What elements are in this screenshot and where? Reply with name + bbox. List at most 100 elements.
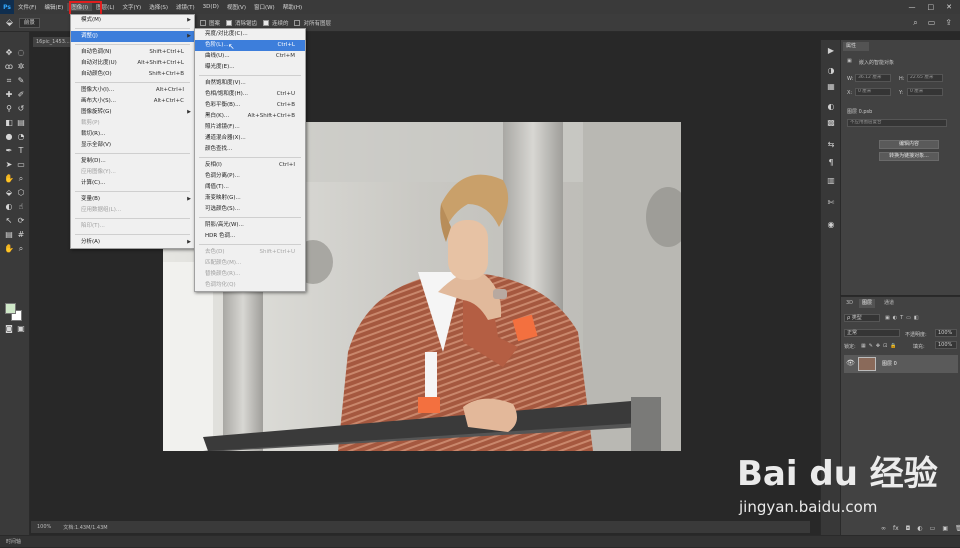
y-field[interactable]: 0 厘米 [907, 88, 943, 96]
paragraph-icon[interactable]: ¶ [825, 158, 837, 168]
image-menu-item-15[interactable]: 复制(D)... [71, 156, 194, 167]
crop-tool-icon[interactable]: ⌗ [3, 76, 15, 86]
color-icon[interactable]: ◑ [825, 66, 837, 76]
quick-mask-icon[interactable]: ◙ [3, 324, 15, 334]
foreground-color-swatch[interactable] [5, 303, 16, 314]
image-menu-item-12[interactable]: 裁切(R)... [71, 129, 194, 140]
all-layers-checkbox[interactable] [294, 20, 300, 26]
adjust-menu-item-1[interactable]: 色阶(L)...Ctrl+L↖ [195, 40, 305, 51]
path-select-tool-icon[interactable]: ➤ [3, 160, 15, 170]
menu-1[interactable]: 编辑(E) [40, 3, 67, 11]
image-menu-item-6[interactable]: 自动颜色(O)Shift+Ctrl+B [71, 69, 194, 80]
adjust-menu-item-19[interactable]: 阴影/高光(W)... [195, 220, 305, 231]
new-layer-icon[interactable]: ▣ [942, 525, 948, 532]
magnify-icon[interactable]: ⌕ [15, 244, 27, 254]
add-mask-icon[interactable]: ◘ [906, 525, 911, 532]
menu-4[interactable]: 文字(Y) [119, 3, 146, 11]
hand-view-icon[interactable]: ✋ [3, 244, 15, 254]
blend-mode-dropdown[interactable]: 正常 [844, 329, 900, 337]
image-menu-item-10[interactable]: 图像旋转(G)▶ [71, 107, 194, 118]
adjustments-icon[interactable]: ◐ [825, 102, 837, 112]
direct-select-tool-icon[interactable]: ↖ [3, 216, 15, 226]
zoom-level[interactable]: 100% [37, 524, 51, 530]
adjust-menu-item-2[interactable]: 曲线(U)...Ctrl+M [195, 51, 305, 62]
lock-icons[interactable]: ▦✎✥⊡🔒 [861, 343, 900, 349]
sponge-tool-icon[interactable]: ◐ [3, 202, 15, 212]
image-menu-item-24[interactable]: 分析(A)▶ [71, 237, 194, 248]
image-menu-item-13[interactable]: 显示全部(V) [71, 140, 194, 151]
adjust-menu-item-16[interactable]: 渐变映射(G)... [195, 193, 305, 204]
count-tool-icon[interactable]: # [15, 230, 27, 240]
history-icon[interactable]: ▶ [825, 46, 837, 56]
adjust-menu-item-14[interactable]: 色调分离(P)... [195, 171, 305, 182]
image-menu-item-17[interactable]: 计算(C)... [71, 178, 194, 189]
eyedropper-tool-icon[interactable]: ✎ [15, 76, 27, 86]
document-tab[interactable]: 16pic_1453... [33, 37, 73, 47]
share-icon[interactable]: ⇪ [945, 18, 952, 28]
marquee-tool-icon[interactable]: ◌ [15, 48, 27, 58]
antialias-checkbox[interactable] [226, 20, 232, 26]
width-field[interactable]: 36.12 厘米 [855, 74, 891, 82]
convert-to-linked-button[interactable]: 转换为链接对象... [879, 152, 939, 161]
image-menu-item-8[interactable]: 图像大小(I)...Alt+Ctrl+I [71, 85, 194, 96]
note-tool-icon[interactable]: ▤ [3, 230, 15, 240]
stamp-tool-icon[interactable]: ⚲ [3, 104, 15, 114]
menu-8[interactable]: 视图(V) [223, 3, 250, 11]
eraser-tool-icon[interactable]: ◧ [3, 118, 15, 128]
search-icon[interactable]: ⌕ [913, 18, 917, 28]
screen-mode-icon[interactable]: ▣ [15, 324, 27, 334]
shape-tool-icon[interactable]: ▭ [15, 160, 27, 170]
tool-presets-icon[interactable]: ✄ [825, 198, 837, 208]
document-info[interactable]: 文档:1.43M/1.43M [63, 524, 107, 531]
contiguous-checkbox[interactable] [263, 20, 269, 26]
group-icon[interactable]: ▭ [930, 525, 936, 532]
close-icon[interactable]: ✕ [946, 3, 952, 11]
adjust-menu-item-9[interactable]: 照片滤镜(F)... [195, 122, 305, 133]
bucket-tool-icon[interactable]: ⬙ [6, 18, 13, 28]
timeline-tab[interactable]: 时间轴 [0, 535, 960, 547]
adjust-menu-item-13[interactable]: 反相(I)Ctrl+I [195, 160, 305, 171]
tab-layers[interactable]: 图层 [859, 299, 875, 308]
height-field[interactable]: 22.65 厘米 [907, 74, 943, 82]
tab-3d[interactable]: 3D [843, 299, 856, 308]
swatches-icon[interactable]: ▦ [825, 82, 837, 92]
move-tool-icon[interactable]: ✥ [3, 48, 15, 58]
maximize-icon[interactable]: □ [928, 3, 935, 11]
magic-wand-tool-icon[interactable]: ✲ [15, 62, 27, 72]
workspace-icon[interactable]: ▭ [928, 18, 936, 28]
layer-filter-icons[interactable]: ▣◐T▭◧ [885, 315, 922, 321]
character-icon[interactable]: ▥ [825, 176, 837, 186]
layer-style-icon[interactable]: fx [893, 525, 899, 532]
link-layers-icon[interactable]: ∞ [881, 525, 886, 532]
image-menu-item-2[interactable]: 调整(J)▶ [71, 31, 194, 42]
adjust-menu-item-5[interactable]: 自然饱和度(V)... [195, 78, 305, 89]
fill-source-dropdown[interactable]: 前景 [19, 18, 40, 28]
pen-tool-icon[interactable]: ✒ [3, 146, 15, 156]
healing-tool-icon[interactable]: ✚ [3, 90, 15, 100]
edit-contents-button[interactable]: 编辑内容 [879, 140, 939, 149]
adjust-menu-item-17[interactable]: 可选颜色(S)... [195, 204, 305, 215]
libraries-icon[interactable]: ⇆ [825, 140, 837, 150]
brush-tool-icon[interactable]: ✐ [15, 90, 27, 100]
visibility-eye-icon[interactable]: 👁 [846, 359, 855, 367]
adjustment-layer-icon[interactable]: ◐ [917, 525, 922, 532]
x-field[interactable]: 0 厘米 [855, 88, 891, 96]
layer-comp-select[interactable]: 不应用图层复合 [847, 119, 947, 127]
adjust-menu-item-20[interactable]: HDR 色调... [195, 231, 305, 242]
image-menu-item-19[interactable]: 变量(B)▶ [71, 194, 194, 205]
adjust-menu-item-11[interactable]: 颜色查找... [195, 144, 305, 155]
layer-row[interactable]: 👁 图层 0 [844, 355, 958, 373]
zoom-tool-icon[interactable]: ⌕ [15, 174, 27, 184]
image-menu-item-4[interactable]: 自动色调(N)Shift+Ctrl+L [71, 47, 194, 58]
smudge-tool-icon[interactable]: ☝ [15, 202, 27, 212]
adjust-menu-item-0[interactable]: 亮度/对比度(C)... [195, 29, 305, 40]
3d-tool-icon[interactable]: ⬡ [15, 188, 27, 198]
menu-9[interactable]: 窗口(W) [250, 3, 279, 11]
menu-10[interactable]: 帮助(H) [279, 3, 306, 11]
image-menu-item-5[interactable]: 自动对比度(U)Alt+Shift+Ctrl+L [71, 58, 194, 69]
layer-filter-dropdown[interactable]: ρ 类型 [844, 314, 880, 322]
adjust-menu-item-7[interactable]: 色彩平衡(B)...Ctrl+B [195, 100, 305, 111]
styles-icon[interactable]: ▩ [825, 118, 837, 128]
opacity-field[interactable]: 100% [935, 329, 957, 337]
pattern-checkbox[interactable] [200, 20, 206, 26]
